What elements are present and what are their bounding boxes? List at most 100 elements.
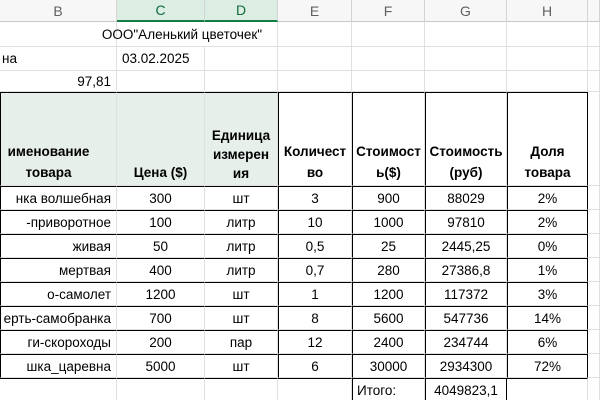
table-cell-unit[interactable]: литр	[205, 210, 278, 234]
cell[interactable]	[588, 354, 600, 378]
table-cell-share[interactable]: 1%	[507, 258, 588, 282]
column-header-e[interactable]: E	[278, 0, 352, 22]
table-cell-share[interactable]: 2%	[507, 210, 588, 234]
total-label-cell[interactable]: Итого:	[352, 378, 425, 400]
rate-date-cell[interactable]: 03.02.2025	[117, 47, 205, 71]
table-cell-name[interactable]: -приворотное	[0, 210, 117, 234]
table-cell-name[interactable]: шка_царевна	[0, 354, 117, 378]
table-cell-qty[interactable]: 6	[278, 354, 352, 378]
table-cell-unit[interactable]: шт	[205, 306, 278, 330]
table-cell-cost-usd[interactable]: 5600	[352, 306, 425, 330]
table-cell-price[interactable]: 700	[117, 306, 205, 330]
table-cell-cost-usd[interactable]: 900	[352, 186, 425, 210]
table-cell-cost-rub[interactable]: 88029	[425, 186, 507, 210]
table-cell-cost-rub[interactable]: 2934300	[425, 354, 507, 378]
cell[interactable]	[588, 47, 600, 71]
cell[interactable]	[588, 71, 600, 92]
cell[interactable]	[352, 22, 425, 47]
cell[interactable]	[117, 378, 205, 400]
cell[interactable]	[205, 71, 278, 92]
table-cell-unit[interactable]: шт	[205, 282, 278, 306]
table-cell-share[interactable]: 3%	[507, 282, 588, 306]
total-value-cell[interactable]: 4049823,1	[425, 378, 507, 400]
header-name[interactable]: именование товара	[0, 92, 117, 186]
cell[interactable]	[425, 22, 507, 47]
header-cost-usd[interactable]: Стоимост ь($)	[352, 92, 425, 186]
table-cell-share[interactable]: 72%	[507, 354, 588, 378]
column-header-partial[interactable]	[588, 0, 600, 22]
cell[interactable]	[425, 71, 507, 92]
header-cost-rub[interactable]: Стоимость (руб)	[425, 92, 507, 186]
table-cell-cost-usd[interactable]: 2400	[352, 330, 425, 354]
cell[interactable]	[0, 22, 117, 47]
header-qty[interactable]: Количест во	[278, 92, 352, 186]
cell[interactable]	[352, 71, 425, 92]
cell[interactable]	[588, 22, 600, 47]
table-cell-price[interactable]: 50	[117, 234, 205, 258]
table-cell-cost-rub[interactable]: 97810	[425, 210, 507, 234]
cell[interactable]	[0, 378, 117, 400]
table-cell-share[interactable]: 14%	[507, 306, 588, 330]
table-cell-cost-rub[interactable]: 547736	[425, 306, 507, 330]
cell[interactable]	[352, 47, 425, 71]
table-cell-share[interactable]: 6%	[507, 330, 588, 354]
cell[interactable]	[425, 47, 507, 71]
column-header-f[interactable]: F	[352, 0, 425, 22]
table-cell-qty[interactable]: 8	[278, 306, 352, 330]
column-header-b[interactable]: B	[0, 0, 117, 22]
table-cell-name[interactable]: мертвая	[0, 258, 117, 282]
table-cell-price[interactable]: 5000	[117, 354, 205, 378]
table-cell-share[interactable]: 0%	[507, 234, 588, 258]
table-cell-qty[interactable]: 0,5	[278, 234, 352, 258]
cell[interactable]	[507, 47, 588, 71]
column-header-g[interactable]: G	[425, 0, 507, 22]
table-cell-cost-rub[interactable]: 117372	[425, 282, 507, 306]
table-cell-name[interactable]: ги-скороходы	[0, 330, 117, 354]
cell[interactable]	[588, 234, 600, 258]
cell[interactable]	[588, 306, 600, 330]
cell[interactable]	[205, 378, 278, 400]
cell[interactable]	[278, 378, 352, 400]
rate-value-cell[interactable]: 97,81	[0, 71, 117, 92]
header-price[interactable]: Цена ($)	[117, 92, 205, 186]
cell[interactable]	[588, 378, 600, 400]
cell[interactable]	[278, 47, 352, 71]
table-cell-qty[interactable]: 10	[278, 210, 352, 234]
table-cell-unit[interactable]: шт	[205, 186, 278, 210]
table-cell-qty[interactable]: 0,7	[278, 258, 352, 282]
table-cell-cost-usd[interactable]: 25	[352, 234, 425, 258]
cell[interactable]	[588, 92, 600, 186]
table-cell-price[interactable]: 400	[117, 258, 205, 282]
table-cell-price[interactable]: 300	[117, 186, 205, 210]
cell[interactable]	[588, 186, 600, 210]
table-cell-cost-usd[interactable]: 30000	[352, 354, 425, 378]
cell[interactable]	[278, 22, 352, 47]
table-cell-cost-usd[interactable]: 280	[352, 258, 425, 282]
table-cell-name[interactable]: нка волшебная	[0, 186, 117, 210]
cell[interactable]	[117, 71, 205, 92]
table-cell-unit[interactable]: литр	[205, 258, 278, 282]
table-cell-unit[interactable]: шт	[205, 354, 278, 378]
cell[interactable]	[588, 282, 600, 306]
table-cell-name[interactable]: о-самолет	[0, 282, 117, 306]
cell[interactable]	[588, 330, 600, 354]
cell[interactable]	[507, 22, 588, 47]
table-cell-qty[interactable]: 3	[278, 186, 352, 210]
rate-label-cell[interactable]: на	[0, 47, 117, 71]
table-cell-price[interactable]: 100	[117, 210, 205, 234]
column-header-h[interactable]: H	[507, 0, 588, 22]
cell[interactable]	[588, 210, 600, 234]
column-header-d[interactable]: D	[205, 0, 278, 22]
table-cell-cost-rub[interactable]: 234744	[425, 330, 507, 354]
table-cell-share[interactable]: 2%	[507, 186, 588, 210]
table-cell-cost-rub[interactable]: 27386,8	[425, 258, 507, 282]
table-cell-unit[interactable]: литр	[205, 234, 278, 258]
table-cell-price[interactable]: 200	[117, 330, 205, 354]
header-share[interactable]: Доля товара	[507, 92, 588, 186]
table-cell-cost-usd[interactable]: 1200	[352, 282, 425, 306]
header-unit[interactable]: Единица измерен ия	[205, 92, 278, 186]
cell[interactable]	[588, 258, 600, 282]
company-title-cell[interactable]: ООО"Аленький цветочек"	[102, 22, 278, 47]
cell[interactable]	[507, 71, 588, 92]
cell[interactable]	[278, 71, 352, 92]
